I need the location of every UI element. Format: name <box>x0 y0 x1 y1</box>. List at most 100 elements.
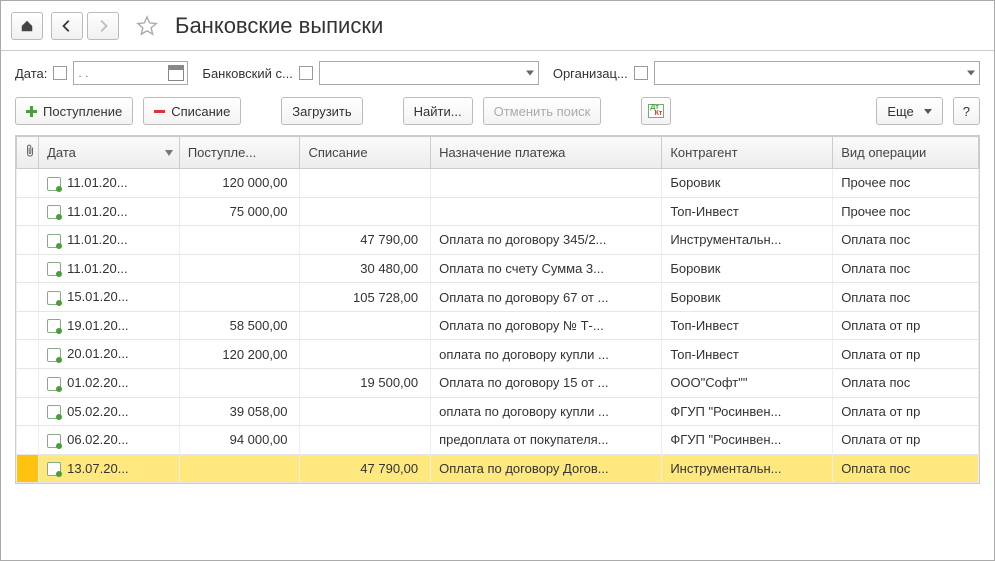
arrow-right-icon <box>96 19 110 33</box>
organization-combo[interactable] <box>654 61 980 85</box>
org-filter-label: Организац... <box>553 66 628 81</box>
date-filter-value: . . <box>78 66 88 80</box>
cell-income <box>179 368 300 397</box>
arrow-left-icon <box>60 19 74 33</box>
back-button[interactable] <box>51 12 83 40</box>
cell-purpose: Оплата по договору 345/2... <box>431 226 662 255</box>
table-row[interactable]: 13.07.20... 47 790,00Оплата по договору Д… <box>17 454 979 483</box>
cell-optype: Оплата пос <box>833 454 979 483</box>
cell-counterparty: ООО"Софт"" <box>662 368 833 397</box>
col-income[interactable]: Поступле... <box>179 137 300 169</box>
col-attachment[interactable] <box>17 137 39 169</box>
col-counterparty[interactable]: Контрагент <box>662 137 833 169</box>
table-row[interactable]: 15.01.20...105 728,00Оплата по договору … <box>17 283 979 312</box>
cell-income: 120 200,00 <box>179 340 300 369</box>
col-date[interactable]: Дата <box>39 137 180 169</box>
cell-attachment <box>17 426 39 455</box>
bank-account-combo[interactable] <box>319 61 539 85</box>
cell-optype: Оплата пос <box>833 226 979 255</box>
document-icon <box>47 348 61 362</box>
cell-date: 20.01.20... <box>39 340 180 369</box>
table-row[interactable]: 20.01.20...120 200,00оплата по договору … <box>17 340 979 369</box>
document-icon <box>47 291 61 305</box>
minus-icon <box>154 110 165 113</box>
table-row[interactable]: 06.02.20...94 000,00предоплата от покупа… <box>17 426 979 455</box>
cell-counterparty: Боровик <box>662 254 833 283</box>
cell-date: 19.01.20... <box>39 311 180 340</box>
cell-counterparty: ФГУП "Росинвен... <box>662 397 833 426</box>
forward-button[interactable] <box>87 12 119 40</box>
date-filter-input[interactable]: . . <box>73 61 188 85</box>
filter-bar: Дата: . . Банковский с... Организац... <box>1 51 994 93</box>
cell-writeoff: 105 728,00 <box>300 283 431 312</box>
col-optype[interactable]: Вид операции <box>833 137 979 169</box>
cancel-search-button[interactable]: Отменить поиск <box>483 97 602 125</box>
table-row[interactable]: 05.02.20...39 058,00оплата по договору к… <box>17 397 979 426</box>
favorite-button[interactable] <box>133 12 161 40</box>
cell-date: 11.01.20... <box>39 197 180 226</box>
cell-optype: Оплата от пр <box>833 397 979 426</box>
org-filter-checkbox[interactable] <box>634 66 648 80</box>
cell-date: 01.02.20... <box>39 368 180 397</box>
cell-writeoff <box>300 397 431 426</box>
cell-optype: Прочее пос <box>833 169 979 198</box>
find-button[interactable]: Найти... <box>403 97 473 125</box>
table-row[interactable]: 11.01.20... 30 480,00Оплата по счету Сумм… <box>17 254 979 283</box>
chevron-down-icon <box>924 109 932 114</box>
document-icon <box>47 205 61 219</box>
cell-attachment <box>17 226 39 255</box>
date-filter-checkbox[interactable] <box>53 66 67 80</box>
cancel-search-label: Отменить поиск <box>494 104 591 119</box>
receipt-button[interactable]: Поступление <box>15 97 133 125</box>
help-label: ? <box>963 104 970 119</box>
more-button[interactable]: Еще <box>876 97 942 125</box>
date-filter-label: Дата: <box>15 66 47 81</box>
cell-date: 11.01.20... <box>39 254 180 283</box>
cell-writeoff <box>300 169 431 198</box>
document-icon <box>47 405 61 419</box>
writeoff-button[interactable]: Списание <box>143 97 241 125</box>
toolbar: Поступление Списание Загрузить Найти... … <box>1 93 994 135</box>
table-row[interactable]: 11.01.20...120 000,00БоровикПрочее пос <box>17 169 979 198</box>
load-button[interactable]: Загрузить <box>281 97 362 125</box>
document-icon <box>47 462 61 476</box>
cell-purpose: Оплата по договору № Т-... <box>431 311 662 340</box>
table-row[interactable]: 11.01.20...75 000,00Топ-ИнвестПрочее пос <box>17 197 979 226</box>
cell-writeoff: 30 480,00 <box>300 254 431 283</box>
cell-income: 120 000,00 <box>179 169 300 198</box>
cell-counterparty: Боровик <box>662 169 833 198</box>
writeoff-label: Списание <box>171 104 230 119</box>
cell-income <box>179 454 300 483</box>
col-purpose[interactable]: Назначение платежа <box>431 137 662 169</box>
page-title: Банковские выписки <box>175 13 383 39</box>
bank-filter-label: Банковский с... <box>202 66 292 81</box>
star-icon <box>136 15 158 37</box>
home-button[interactable] <box>11 12 43 40</box>
cell-attachment <box>17 283 39 312</box>
table-row[interactable]: 19.01.20...58 500,00Оплата по договору №… <box>17 311 979 340</box>
title-bar: Банковские выписки <box>1 1 994 51</box>
cell-writeoff: 47 790,00 <box>300 454 431 483</box>
cell-attachment <box>17 197 39 226</box>
table-row[interactable]: 11.01.20...47 790,00Оплата по договору 3… <box>17 226 979 255</box>
cell-attachment <box>17 311 39 340</box>
document-icon <box>47 234 61 248</box>
table-row[interactable]: 01.02.20...19 500,00Оплата по договору 1… <box>17 368 979 397</box>
paperclip-icon <box>25 144 35 158</box>
cell-income: 75 000,00 <box>179 197 300 226</box>
document-icon <box>47 319 61 333</box>
cell-counterparty: Боровик <box>662 283 833 312</box>
cell-purpose: Оплата по счету Сумма 3... <box>431 254 662 283</box>
cell-date: 13.07.20... <box>39 454 180 483</box>
cell-purpose: Оплата по договору Догов... <box>431 454 662 483</box>
find-label: Найти... <box>414 104 462 119</box>
cell-attachment <box>17 169 39 198</box>
cell-date: 15.01.20... <box>39 283 180 312</box>
dk-button[interactable] <box>641 97 671 125</box>
col-writeoff[interactable]: Списание <box>300 137 431 169</box>
bank-filter-checkbox[interactable] <box>299 66 313 80</box>
help-button[interactable]: ? <box>953 97 980 125</box>
calendar-icon[interactable] <box>168 65 184 81</box>
document-icon <box>47 377 61 391</box>
plus-icon <box>26 106 37 117</box>
